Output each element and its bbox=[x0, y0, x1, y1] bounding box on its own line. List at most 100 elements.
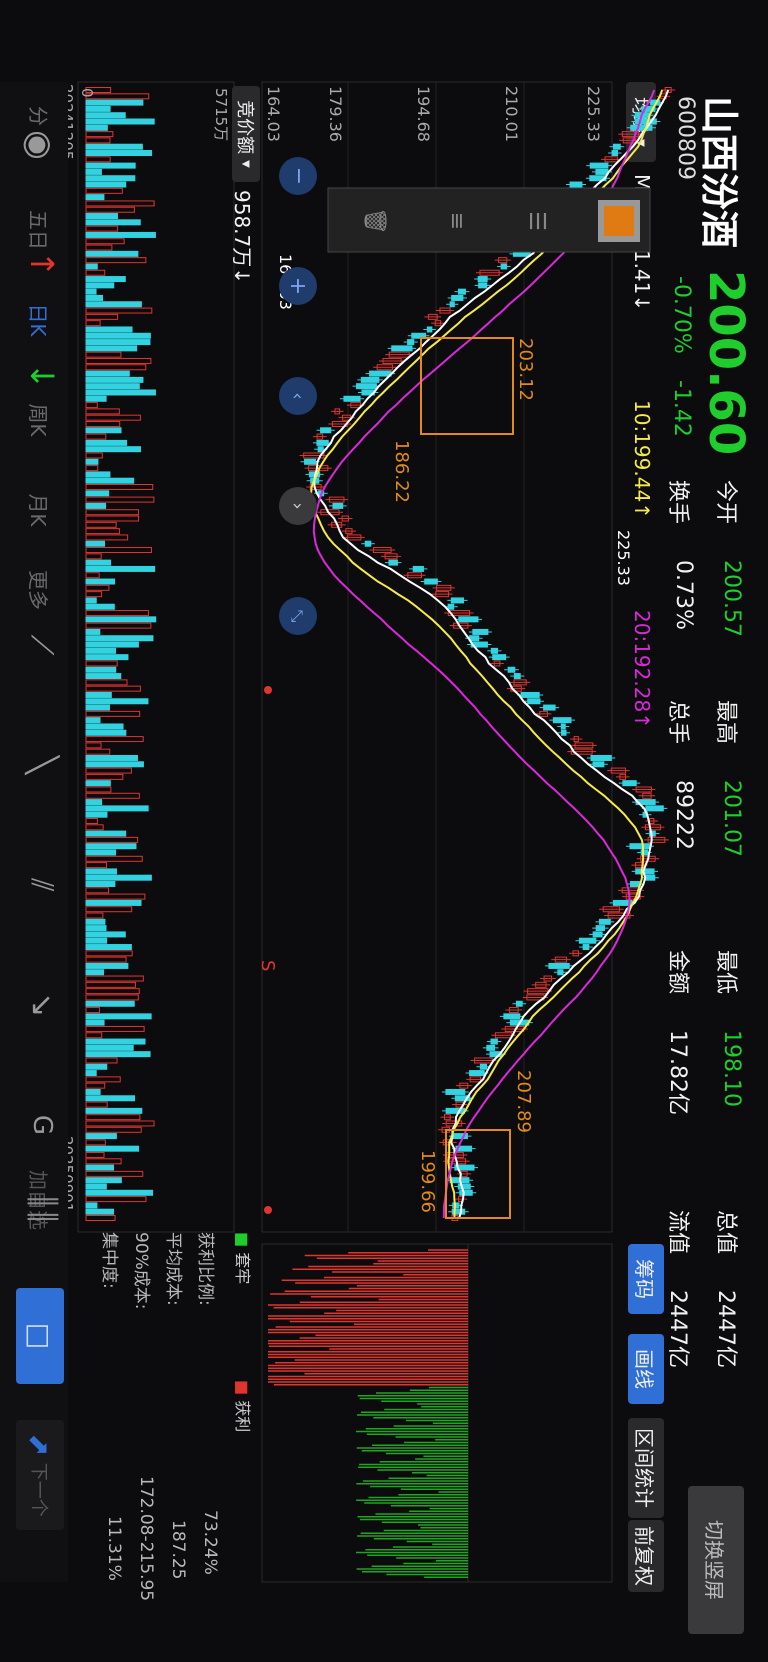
eye-icon[interactable]: ◉ bbox=[14, 120, 64, 170]
candle-body bbox=[490, 1038, 498, 1045]
candle-body bbox=[457, 1183, 471, 1190]
svg-text:≡: ≡ bbox=[444, 212, 469, 230]
volume-bar bbox=[85, 717, 101, 724]
external-arrow-icon: ⬈ bbox=[23, 1433, 57, 1457]
candle-body bbox=[592, 761, 605, 768]
segment-icon[interactable]: ╲ bbox=[22, 740, 62, 790]
ray-icon[interactable]: ↘ bbox=[22, 980, 62, 1030]
candle-body bbox=[569, 181, 583, 188]
volume-bar bbox=[85, 950, 133, 957]
volume-bar bbox=[85, 899, 142, 906]
volume-bar bbox=[85, 610, 149, 617]
candles-layer bbox=[299, 87, 676, 1221]
barcode-icon[interactable]: ║║ bbox=[22, 1184, 62, 1234]
volume-bar bbox=[85, 956, 127, 963]
volume-bar bbox=[85, 975, 144, 982]
candle-body bbox=[364, 540, 372, 547]
volume-bar bbox=[85, 1107, 143, 1114]
candle-body bbox=[469, 1070, 485, 1077]
volume-bar bbox=[85, 931, 126, 938]
interval-box-1[interactable] bbox=[420, 337, 514, 435]
volume-bar bbox=[85, 313, 119, 320]
volume-bar bbox=[85, 1032, 103, 1039]
candle-body bbox=[407, 339, 415, 346]
box2-bottom-label: 199.66 bbox=[417, 1150, 438, 1213]
volume-bar bbox=[85, 206, 135, 213]
price-axis-l3: 194.68 bbox=[414, 86, 433, 142]
volume-bar bbox=[85, 962, 129, 969]
volume-bar bbox=[85, 137, 111, 144]
svg-text:☰: ☰ bbox=[524, 211, 549, 231]
candle-body bbox=[490, 647, 499, 654]
candle-body bbox=[578, 937, 597, 944]
volume-bar bbox=[85, 471, 111, 478]
candle-body bbox=[622, 780, 637, 787]
volume-bar bbox=[85, 698, 149, 705]
candle-body bbox=[560, 723, 566, 730]
volume-bar bbox=[85, 200, 155, 207]
next-stock-button[interactable]: ⬈ 下一个 bbox=[16, 1420, 64, 1530]
candle-body bbox=[582, 944, 590, 951]
candle-body bbox=[612, 143, 621, 150]
candle-body bbox=[598, 918, 611, 925]
period-day-k[interactable]: 日K bbox=[25, 290, 54, 350]
volume-bar bbox=[85, 357, 152, 364]
landscape-stage: 山西汾酒 600809 200.60 -0.70% -1.42 今开 200.5… bbox=[0, 0, 768, 1662]
period-week-k[interactable]: 周K bbox=[25, 390, 54, 450]
parallel-icon[interactable]: ⫽ bbox=[22, 860, 62, 910]
zoom-out-button[interactable]: − bbox=[279, 157, 317, 195]
candle-body bbox=[611, 150, 619, 157]
volume-bar bbox=[85, 282, 115, 289]
candle-body bbox=[527, 698, 541, 705]
candle-body bbox=[472, 628, 489, 635]
period-more[interactable]: 更多 bbox=[25, 560, 54, 620]
candle-body bbox=[486, 1044, 495, 1051]
volume-bar bbox=[85, 1120, 155, 1127]
volume-bar bbox=[85, 553, 102, 560]
period-month-k[interactable]: 月K bbox=[25, 480, 54, 540]
volume-bar bbox=[85, 490, 110, 497]
max-price-label: 225.33 bbox=[614, 530, 633, 586]
ma-line bbox=[312, 89, 656, 1219]
profit-ratio-label: 获利比例: bbox=[195, 1232, 215, 1306]
shrink-button[interactable]: ⤡ bbox=[279, 597, 317, 635]
volume-bar bbox=[85, 925, 107, 932]
scroll-down-button[interactable]: › bbox=[279, 487, 317, 525]
volume-bar bbox=[85, 1076, 121, 1083]
volume-bar bbox=[85, 1126, 142, 1133]
volume-bar bbox=[85, 849, 117, 856]
volume-bar bbox=[85, 1044, 134, 1051]
volume-bar bbox=[85, 647, 117, 654]
kline-chart[interactable]: 225.33 210.01 194.68 179.36 164.03 225.3… bbox=[0, 0, 768, 1662]
draw-palette[interactable]: ☰ ≡ 🗑 bbox=[327, 187, 651, 253]
volume-bar bbox=[85, 1070, 97, 1077]
volume-bar bbox=[85, 597, 97, 604]
candle-body bbox=[543, 704, 556, 711]
price-axis-low: 164.03 bbox=[264, 86, 283, 142]
volume-axis-zero: 0 bbox=[78, 88, 96, 98]
arrow-up-icon[interactable]: ↑ bbox=[22, 244, 62, 284]
volume-bar bbox=[85, 1164, 115, 1171]
candle-body bbox=[360, 376, 380, 383]
volume-bar bbox=[85, 521, 117, 528]
volume-bar bbox=[85, 673, 122, 680]
volume-bar bbox=[85, 540, 105, 547]
fibonacci-icon[interactable]: G bbox=[22, 1100, 62, 1150]
candle-body bbox=[492, 654, 507, 661]
volume-bar bbox=[85, 603, 115, 610]
svg-text:⤡: ⤡ bbox=[288, 610, 307, 623]
volume-bar bbox=[85, 729, 127, 736]
volume-bar bbox=[85, 780, 111, 787]
candle-body bbox=[589, 162, 609, 169]
rectangle-tool[interactable]: □ bbox=[16, 1288, 64, 1384]
scroll-up-button[interactable]: ‹ bbox=[279, 377, 317, 415]
volume-bar bbox=[85, 591, 103, 598]
volume-bar bbox=[85, 736, 144, 743]
volume-bar bbox=[85, 465, 99, 472]
zoom-in-button[interactable]: + bbox=[279, 267, 317, 305]
volume-selector[interactable]: 竞价额 ▼ bbox=[232, 86, 260, 182]
polyline-icon[interactable]: ⟋ bbox=[22, 620, 62, 670]
candle-body bbox=[479, 1063, 488, 1070]
svg-text:‹: ‹ bbox=[287, 392, 308, 399]
candle-body bbox=[561, 729, 567, 736]
